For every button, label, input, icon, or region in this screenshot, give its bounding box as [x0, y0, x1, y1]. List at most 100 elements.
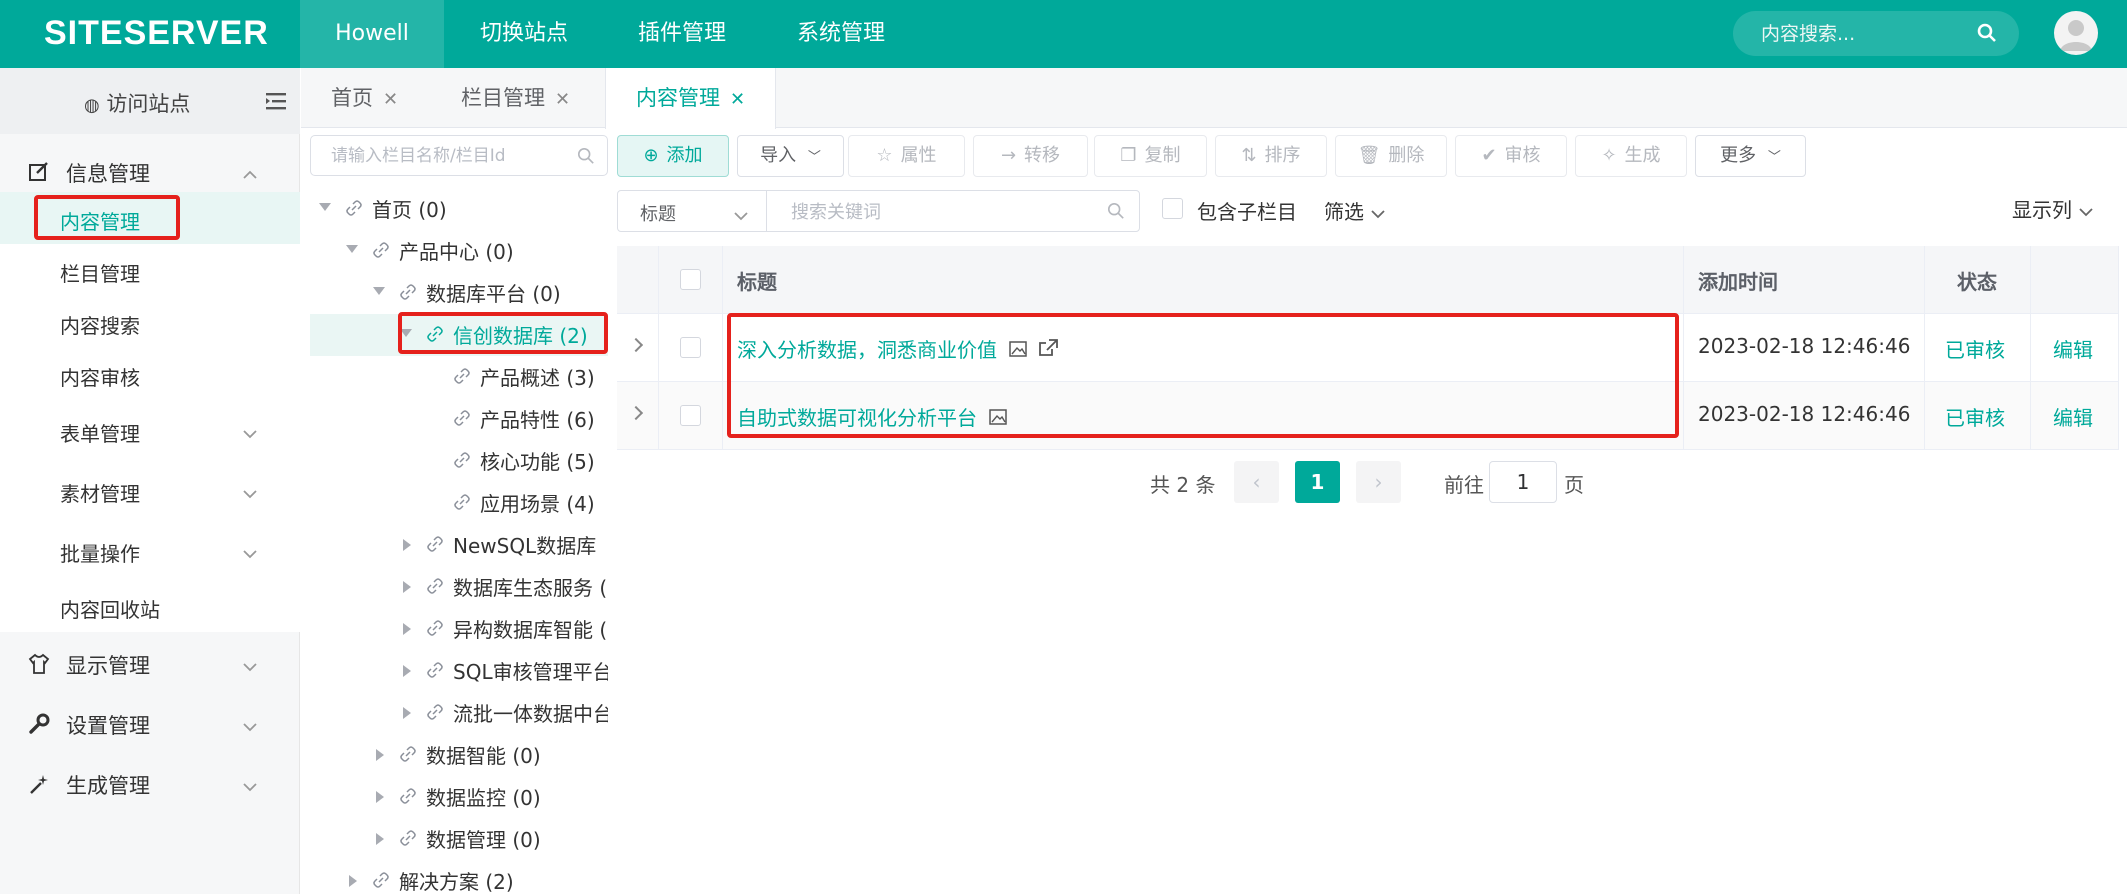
sidebar-item-content-management[interactable]: 内容管理 [0, 192, 300, 244]
keyword-search-input[interactable] [791, 200, 1091, 224]
tree-node-database-ecosystem[interactable]: 数据库生态服务 ( [310, 566, 608, 608]
expand-arrow-icon[interactable] [376, 791, 384, 803]
tree-node-product-overview[interactable]: 产品概述 (3) [310, 356, 608, 398]
edit-link[interactable]: 编辑 [2053, 334, 2093, 363]
expand-arrow-icon[interactable] [403, 665, 411, 677]
add-button[interactable]: ⊕ 添加 [617, 135, 729, 177]
expand-arrow-icon[interactable] [346, 245, 358, 253]
tree-node-data-monitoring[interactable]: 数据监控 (0) [310, 776, 608, 818]
visit-site-link[interactable]: ◍ 访问站点 [84, 88, 190, 118]
expand-arrow-icon[interactable] [403, 707, 411, 719]
tree-node-product-center[interactable]: 产品中心 (0) [310, 230, 608, 272]
status-badge[interactable]: 已审核 [1945, 402, 2005, 431]
goto-page-input[interactable]: 1 [1489, 461, 1557, 503]
expand-arrow-icon[interactable] [376, 749, 384, 761]
sidebar-item-content-audit[interactable]: 内容审核 [0, 348, 300, 400]
content-search-input[interactable] [1761, 20, 1971, 47]
tree-node-sql-audit-platform[interactable]: SQL审核管理平台 [310, 650, 608, 692]
user-avatar[interactable] [2054, 11, 2098, 55]
external-link-icon[interactable] [1038, 339, 1058, 357]
tree-node-streaming-data-platform[interactable]: 流批一体数据中台 [310, 692, 608, 734]
expand-arrow-icon[interactable] [376, 833, 384, 845]
tree-node-product-features[interactable]: 产品特性 (6) [310, 398, 608, 440]
tab-column-management[interactable]: 栏目管理 ✕ [461, 68, 570, 128]
sidebar-item-content-search[interactable]: 内容搜索 [0, 296, 300, 348]
column-header-added-time[interactable]: 添加时间 [1684, 246, 1925, 314]
search-icon[interactable] [1107, 202, 1125, 224]
siteserver-logo[interactable]: SITESERVER [44, 14, 269, 53]
content-title-link[interactable]: 深入分析数据，洞悉商业价值 [737, 334, 1058, 363]
more-button[interactable]: 更多 ﹀ [1695, 135, 1806, 177]
expand-arrow-icon[interactable] [403, 623, 411, 635]
row-select-cell [659, 314, 723, 382]
collapse-sidebar-icon[interactable] [266, 92, 286, 114]
tree-node-newsql-database[interactable]: NewSQL数据库 [310, 524, 608, 566]
column-header-title[interactable]: 标题 [723, 246, 1684, 314]
tree-node-heterogeneous-database[interactable]: 异构数据库智能 ( [310, 608, 608, 650]
tree-node-data-intelligence[interactable]: 数据智能 (0) [310, 734, 608, 776]
filter-dropdown[interactable]: 筛选 [1324, 196, 1386, 225]
select-all-checkbox[interactable] [680, 269, 701, 290]
row-checkbox[interactable] [680, 405, 701, 426]
close-icon[interactable]: ✕ [555, 89, 570, 110]
nav-plugin-management[interactable]: 插件管理 [604, 0, 760, 68]
show-columns-dropdown[interactable]: 显示列 [2012, 194, 2094, 223]
tree-node-core-functions[interactable]: 核心功能 (5) [310, 440, 608, 482]
tree-node-data-management[interactable]: 数据管理 (0) [310, 818, 608, 860]
tab-home[interactable]: 首页 ✕ [331, 68, 398, 128]
transfer-button[interactable]: → 转移 [973, 135, 1088, 177]
audit-button[interactable]: ✔ 审核 [1455, 135, 1567, 177]
status-badge[interactable]: 已审核 [1945, 334, 2005, 363]
expand-arrow-icon[interactable] [319, 203, 331, 211]
chevron-down-icon: ﹀ [1767, 150, 1781, 165]
close-icon[interactable]: ✕ [383, 89, 398, 110]
chevron-right-icon[interactable] [628, 405, 644, 421]
menu-generate-management[interactable]: 生成管理 [0, 755, 300, 813]
sidebar-item-column-management[interactable]: 栏目管理 [0, 244, 300, 296]
row-expand-cell[interactable] [617, 314, 659, 382]
nav-switch-site[interactable]: 切换站点 [444, 0, 604, 68]
tab-content-management[interactable]: 内容管理 ✕ [605, 68, 777, 129]
search-icon[interactable] [577, 147, 595, 169]
expand-arrow-icon[interactable] [403, 581, 411, 593]
column-header-status[interactable]: 状态 [1925, 246, 2031, 314]
prev-page-button[interactable]: ‹ [1234, 461, 1279, 503]
delete-button[interactable]: 🗑 删除 [1335, 135, 1447, 177]
sidebar-item-batch-operations[interactable]: 批量操作 [0, 520, 300, 580]
search-field-select[interactable]: 标题 [617, 190, 767, 232]
row-checkbox[interactable] [680, 337, 701, 358]
tree-node-solutions[interactable]: 解决方案 (2) [310, 860, 608, 894]
next-page-button[interactable]: › [1356, 461, 1401, 503]
search-icon[interactable] [1977, 23, 1997, 47]
tree-node-xinchuang-database[interactable]: 信创数据库 (2) [310, 314, 608, 356]
include-children-checkbox[interactable] [1162, 198, 1183, 219]
nav-site-howell[interactable]: Howell [300, 0, 444, 68]
import-button[interactable]: 导入 ﹀ [737, 135, 844, 177]
tree-node-database-platform[interactable]: 数据库平台 (0) [310, 272, 608, 314]
sidebar-item-form-management[interactable]: 表单管理 [0, 400, 300, 460]
expand-arrow-icon[interactable] [403, 539, 411, 551]
expand-arrow-icon[interactable] [373, 287, 385, 295]
copy-button[interactable]: ❐ 复制 [1094, 135, 1207, 177]
edit-link[interactable]: 编辑 [2053, 402, 2093, 431]
page-number-button[interactable]: 1 [1295, 461, 1340, 503]
row-expand-cell[interactable] [617, 382, 659, 450]
row-time-cell: 2023-02-18 12:46:46 [1684, 382, 1925, 450]
nav-system-management[interactable]: 系统管理 [760, 0, 922, 68]
menu-display-management[interactable]: 显示管理 [0, 635, 300, 693]
attributes-button[interactable]: ☆ 属性 [848, 135, 965, 177]
close-icon[interactable]: ✕ [730, 89, 745, 110]
chevron-right-icon[interactable] [628, 337, 644, 353]
sort-button[interactable]: ⇅ 排序 [1215, 135, 1327, 177]
sidebar-item-recycle-bin[interactable]: 内容回收站 [0, 580, 300, 632]
expand-arrow-icon[interactable] [400, 329, 412, 337]
tree-node-home[interactable]: 首页 (0) [310, 188, 608, 230]
column-search-input[interactable] [331, 144, 571, 168]
expand-arrow-icon[interactable] [349, 875, 357, 887]
content-title-link[interactable]: 自助式数据可视化分析平台 [737, 402, 1008, 431]
top-navbar: SITESERVER Howell 切换站点 插件管理 系统管理 [0, 0, 2127, 68]
menu-settings-management[interactable]: 设置管理 [0, 695, 300, 753]
sidebar-item-material-management[interactable]: 素材管理 [0, 460, 300, 520]
generate-button[interactable]: ✧ 生成 [1575, 135, 1687, 177]
tree-node-application-scenarios[interactable]: 应用场景 (4) [310, 482, 608, 524]
